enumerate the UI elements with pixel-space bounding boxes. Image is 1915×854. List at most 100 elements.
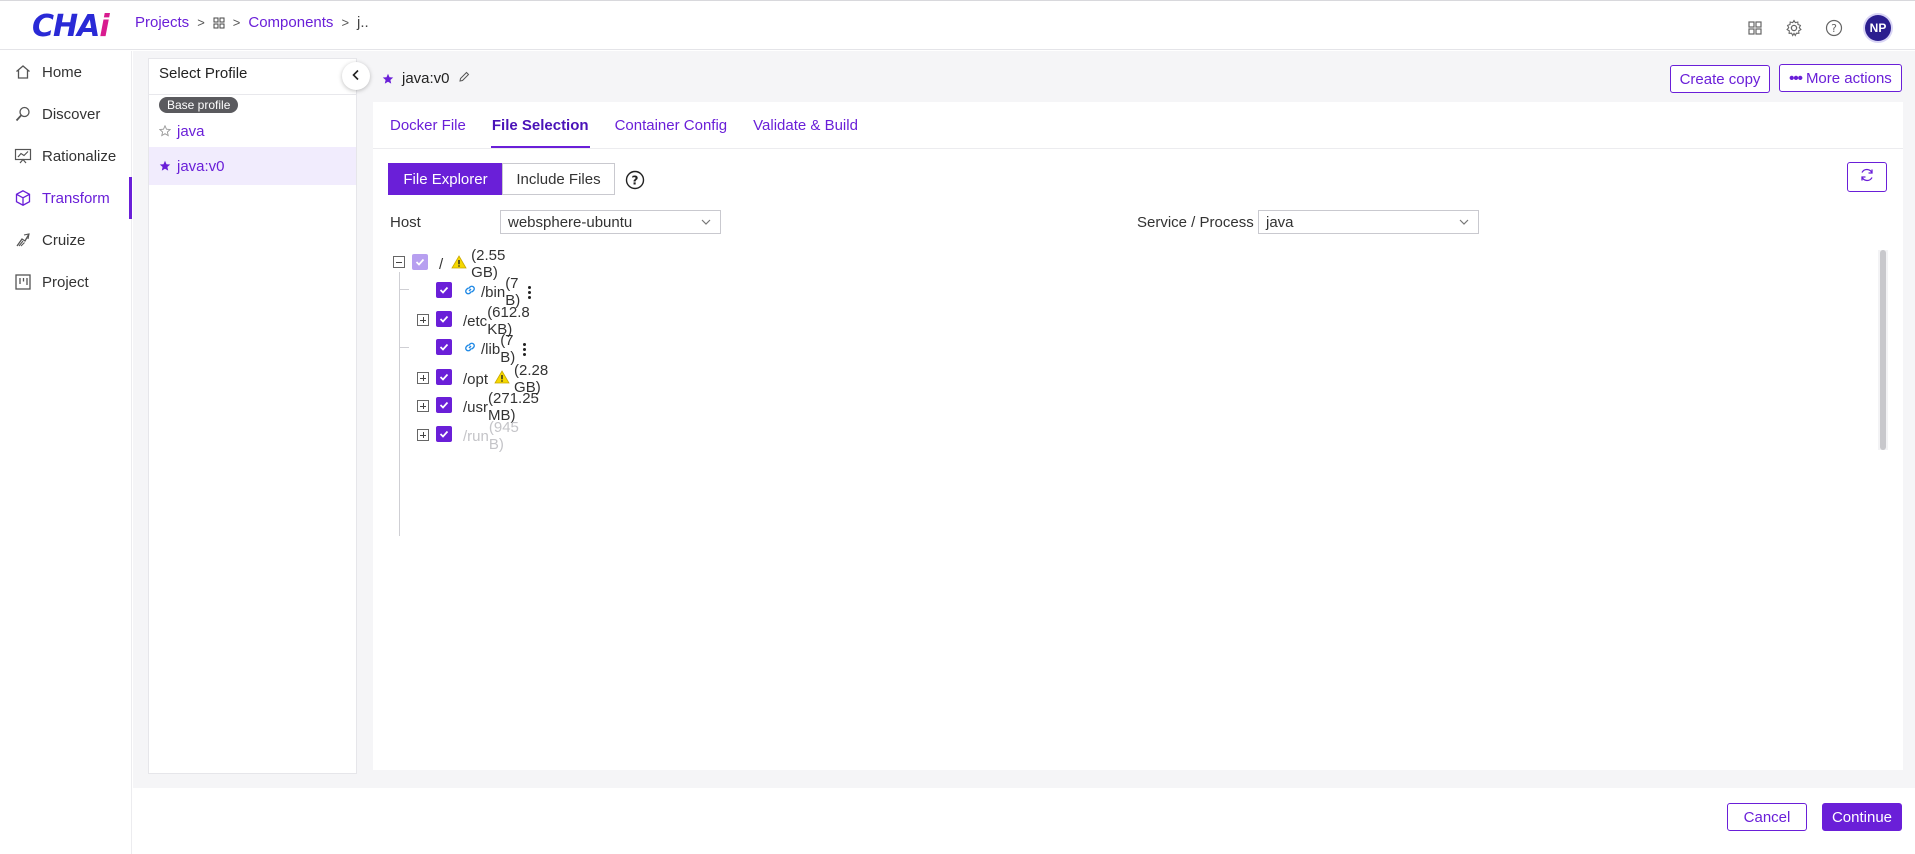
breadcrumb-projects[interactable]: Projects — [135, 14, 189, 31]
refresh-icon — [1859, 167, 1875, 187]
grid-icon[interactable] — [213, 17, 225, 29]
chevron-left-icon — [350, 68, 362, 85]
tree-scrollbar-thumb[interactable] — [1880, 250, 1886, 450]
cube-icon — [14, 189, 32, 207]
more-actions-label: More actions — [1805, 69, 1892, 87]
warning-icon — [451, 255, 467, 273]
tab-file-selection[interactable]: File Selection — [490, 102, 590, 148]
tree-node-usr[interactable]: /usr (271.25 MB) — [463, 390, 539, 424]
gear-icon[interactable] — [1785, 19, 1803, 37]
tab-validate-build[interactable]: Validate & Build — [752, 102, 859, 148]
tree-checkbox-root[interactable] — [412, 254, 428, 270]
more-horizontal-icon: ••• — [1789, 69, 1803, 87]
tree-node-name: /etc — [463, 312, 488, 330]
tree-branch-line — [400, 289, 409, 290]
profile-heading: java:v0 — [382, 70, 470, 87]
kebab-menu-icon[interactable] — [523, 342, 527, 356]
kebab-menu-icon[interactable] — [528, 285, 532, 299]
tree-node-name: /usr — [463, 398, 489, 416]
rationalize-icon — [14, 147, 32, 165]
nav-item-label: Transform — [42, 189, 110, 207]
tree-expand-toggle[interactable] — [417, 372, 429, 384]
home-icon — [14, 63, 32, 81]
tab-divider — [373, 148, 1903, 149]
svg-text:?: ? — [632, 174, 639, 188]
tree-expand-toggle[interactable] — [417, 314, 429, 326]
tree-node-name: /run — [463, 427, 489, 445]
breadcrumb-current[interactable]: j.. — [357, 14, 369, 31]
breadcrumb: Projects > > Components > j.. — [135, 14, 369, 31]
profile-item-label: java — [177, 122, 205, 140]
collapse-panel-button[interactable] — [342, 62, 370, 90]
continue-button[interactable]: Continue — [1822, 803, 1902, 831]
help-circle-icon[interactable]: ? — [1825, 19, 1843, 37]
refresh-button[interactable] — [1847, 162, 1887, 192]
profile-item-java-v0[interactable]: java:v0 — [149, 147, 356, 185]
tree-node-bin[interactable]: /bin (7 B) — [463, 275, 532, 309]
tree-node-root[interactable]: / (2.55 GB) — [439, 247, 505, 281]
pencil-icon[interactable] — [458, 70, 470, 87]
profile-panel: Select Profile Base profile java java:v0 — [148, 58, 370, 774]
user-avatar[interactable]: NP — [1865, 15, 1891, 41]
tree-checkbox-usr[interactable] — [436, 397, 452, 413]
tree-expand-toggle[interactable] — [417, 429, 429, 441]
tree-checkbox-opt[interactable] — [436, 369, 452, 385]
host-select[interactable]: websphere-ubuntu — [500, 210, 721, 234]
nav-item-home[interactable]: Home — [0, 51, 131, 93]
help-circle-icon[interactable]: ? — [625, 170, 645, 194]
left-navigation: Home Discover Rationalize Transform Crui… — [0, 51, 132, 854]
breadcrumb-components[interactable]: Components — [248, 14, 333, 31]
cruize-icon — [14, 231, 32, 249]
star-filled-icon[interactable] — [159, 160, 171, 172]
service-select-value: java — [1266, 213, 1294, 231]
tree-branch-line — [400, 347, 409, 348]
tree-node-run[interactable]: /run (945 B) — [463, 419, 519, 453]
create-copy-button[interactable]: Create copy — [1670, 65, 1770, 93]
service-select[interactable]: java — [1258, 210, 1479, 234]
chai-logo[interactable]: CHAi — [32, 9, 110, 44]
tree-expand-toggle[interactable] — [417, 400, 429, 412]
profile-item-label: java:v0 — [177, 157, 225, 175]
nav-item-transform[interactable]: Transform — [0, 177, 132, 219]
nav-item-cruize[interactable]: Cruize — [0, 219, 131, 261]
star-filled-icon — [382, 73, 394, 85]
apps-grid-icon[interactable] — [1747, 20, 1763, 36]
tree-checkbox-lib[interactable] — [436, 339, 452, 355]
tree-guide-line — [399, 272, 400, 536]
header-actions: ? NP — [1747, 15, 1891, 41]
project-icon — [14, 273, 32, 291]
profile-name: java:v0 — [402, 70, 450, 87]
tab-docker-file[interactable]: Docker File — [389, 102, 467, 148]
tab-container-config[interactable]: Container Config — [614, 102, 729, 148]
nav-item-discover[interactable]: Discover — [0, 93, 131, 135]
chevron-down-icon — [1458, 215, 1470, 232]
chevron-down-icon — [700, 215, 712, 232]
tree-node-size: (7 B) — [500, 332, 516, 366]
star-outline-icon[interactable] — [159, 125, 171, 137]
base-profile-badge: Base profile — [159, 97, 239, 113]
tree-node-name: /opt — [463, 370, 489, 388]
link-icon — [463, 340, 477, 358]
nav-item-rationalize[interactable]: Rationalize — [0, 135, 131, 177]
file-selection-card: Docker File File Selection Container Con… — [373, 102, 1903, 770]
tree-checkbox-etc[interactable] — [436, 311, 452, 327]
tree-node-etc[interactable]: /etc (612.8 KB) — [463, 304, 530, 338]
profile-item-java[interactable]: java — [149, 112, 356, 150]
warning-icon — [494, 370, 510, 388]
more-actions-button[interactable]: ••• More actions — [1779, 64, 1902, 92]
tree-checkbox-run[interactable] — [436, 426, 452, 442]
tree-node-opt[interactable]: /opt (2.28 GB) — [463, 362, 548, 396]
tree-checkbox-bin[interactable] — [436, 282, 452, 298]
service-label: Service / Process — [1137, 214, 1254, 231]
tree-node-size: (945 B) — [488, 419, 519, 453]
nav-item-project[interactable]: Project — [0, 261, 131, 303]
tree-node-name: /lib — [481, 340, 501, 358]
include-files-toggle[interactable]: Include Files — [502, 163, 615, 195]
cancel-button[interactable]: Cancel — [1727, 803, 1807, 831]
top-header: CHAi Projects > > Components > j.. ? NP — [0, 0, 1915, 50]
file-explorer-toggle[interactable]: File Explorer — [388, 163, 503, 195]
chevron-right-icon: > — [232, 15, 241, 30]
tree-collapse-toggle[interactable] — [393, 256, 405, 268]
svg-text:?: ? — [1831, 22, 1837, 35]
tree-node-lib[interactable]: /lib (7 B) — [463, 332, 527, 366]
